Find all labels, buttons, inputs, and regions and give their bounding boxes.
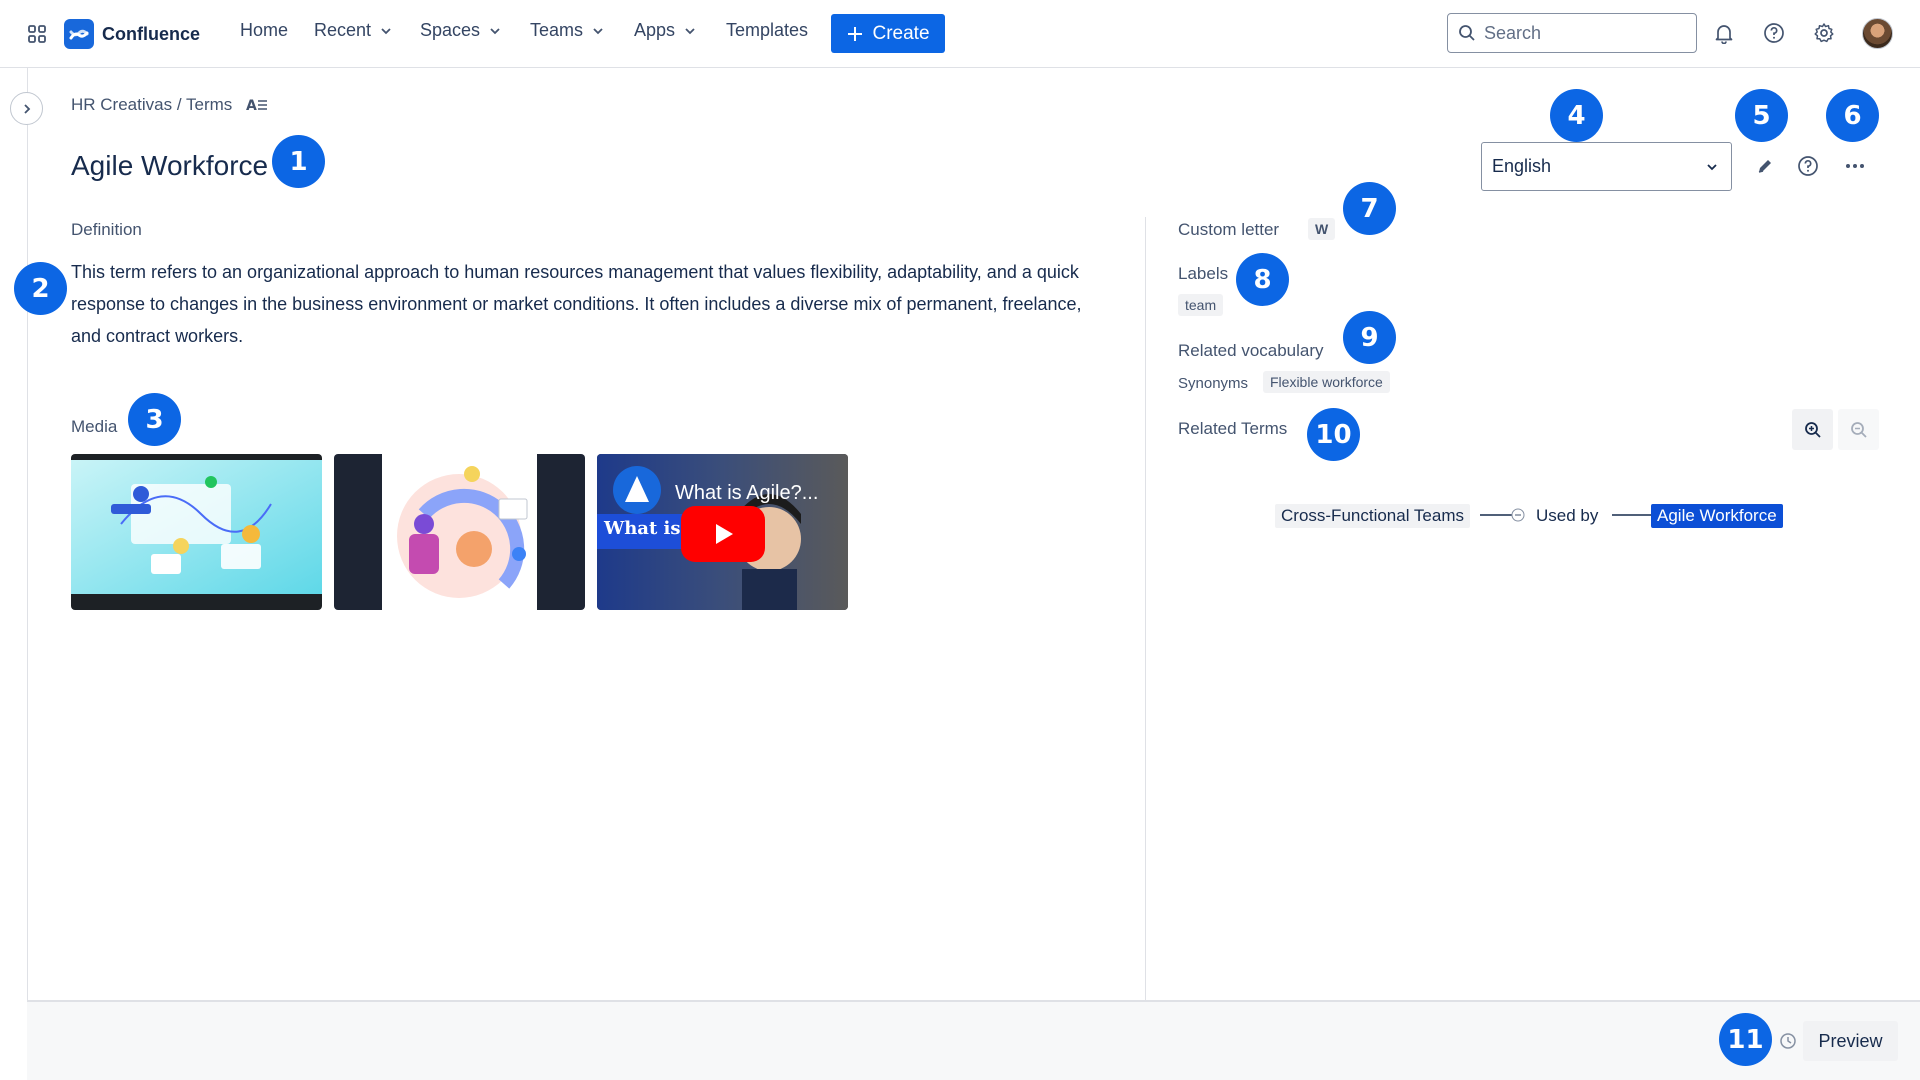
more-icon [1846, 164, 1864, 168]
svg-text:A: A [246, 98, 257, 113]
nav-spaces[interactable]: Spaces [420, 20, 502, 41]
nav-home-label: Home [240, 20, 289, 40]
illustration-image [71, 460, 322, 594]
zoom-in-icon [1804, 421, 1821, 438]
annotation-badge-6: 6 [1826, 89, 1879, 142]
nav-templates[interactable]: Templates [726, 20, 808, 41]
search-placeholder: Search [1484, 22, 1542, 43]
graph-node-target[interactable]: Agile Workforce [1651, 504, 1783, 528]
media-label: Media [71, 417, 118, 436]
top-navigation-bar: Confluence Home Recent Spaces Teams Apps… [0, 0, 1920, 68]
definition-text: This term refers to an organizational ap… [71, 262, 1082, 346]
annotation-badge-11: 11 [1719, 1013, 1772, 1066]
more-actions-button[interactable] [1840, 151, 1870, 181]
chevron-down-icon [490, 27, 500, 34]
graph-edge-label: Used by [1536, 506, 1599, 525]
confluence-logo[interactable]: Confluence [64, 19, 200, 49]
definition-label: Definition [71, 220, 142, 239]
annotation-badge-8: 8 [1236, 253, 1289, 306]
zoom-out-icon [1850, 421, 1867, 438]
breadcrumb-space[interactable]: HR Creativas [71, 95, 172, 114]
nav-spaces-label: Spaces [420, 20, 481, 40]
chevron-down-icon [685, 27, 695, 34]
page-title: Agile Workforce [71, 150, 269, 181]
clock-icon [1779, 1032, 1797, 1050]
annotation-badge-3: 3 [128, 393, 181, 446]
graph-edge-left [1480, 508, 1525, 522]
zoom-in-button[interactable] [1792, 409, 1833, 450]
user-avatar[interactable] [1862, 18, 1893, 49]
search-icon [1459, 25, 1475, 41]
edit-button[interactable] [1750, 151, 1780, 181]
play-icon [716, 524, 733, 544]
translate-icon[interactable]: A [246, 97, 268, 113]
create-button-label: Create [872, 22, 930, 44]
annotation-badge-7: 7 [1343, 182, 1396, 235]
breadcrumb-page[interactable]: Terms [186, 95, 232, 114]
settings-button[interactable] [1809, 18, 1839, 48]
annotation-badge-1: 1 [272, 135, 325, 188]
column-divider [1145, 217, 1146, 1000]
nav-apps-label: Apps [634, 20, 676, 40]
annotation-badge-9: 9 [1343, 311, 1396, 364]
nav-recent-label: Recent [314, 20, 372, 40]
help-icon [1798, 156, 1818, 176]
footer-bar [27, 1000, 1920, 1080]
app-name: Confluence [102, 23, 201, 44]
breadcrumb: HR Creativas / Terms A [71, 95, 268, 115]
nav-templates-label: Templates [726, 20, 809, 40]
label-tag[interactable]: team [1178, 294, 1224, 316]
video-title: What is Agile?... [675, 482, 819, 504]
custom-letter-label: Custom letter [1178, 220, 1280, 239]
annotation-badge-10: 10 [1307, 408, 1360, 461]
create-button[interactable]: Create [831, 14, 945, 53]
annotation-badge-2: 2 [14, 262, 67, 315]
confluence-logo-icon [64, 19, 94, 49]
plus-icon [848, 26, 863, 41]
pencil-icon [1758, 160, 1771, 173]
play-button[interactable] [681, 506, 765, 562]
zoom-out-button[interactable] [1838, 409, 1879, 450]
notifications-button[interactable] [1709, 18, 1739, 48]
gear-icon [1814, 23, 1834, 43]
app-switcher-icon[interactable] [27, 24, 47, 44]
nav-teams[interactable]: Teams [530, 20, 605, 41]
annotation-badge-4: 4 [1550, 89, 1603, 142]
media-thumbnail-2[interactable] [334, 454, 585, 610]
nav-home[interactable]: Home [240, 20, 288, 41]
nav-recent[interactable]: Recent [314, 20, 393, 41]
nav-apps[interactable]: Apps [634, 20, 697, 41]
chevron-right-icon [23, 103, 30, 114]
related-vocabulary-label: Related vocabulary [1178, 341, 1324, 360]
search-input[interactable]: Search [1447, 13, 1697, 53]
help-icon [1764, 23, 1784, 43]
synonym-tag[interactable]: Flexible workforce [1263, 371, 1390, 393]
breadcrumb-trail[interactable]: HR Creativas / Terms [71, 95, 232, 115]
illustration-image [382, 454, 537, 610]
related-terms-label: Related Terms [1178, 419, 1288, 438]
nav-teams-label: Teams [530, 20, 584, 40]
preview-button[interactable]: Preview [1803, 1021, 1898, 1061]
annotation-badge-5: 5 [1735, 89, 1788, 142]
media-thumbnail-1[interactable] [71, 454, 322, 610]
sidebar-divider [27, 68, 28, 1000]
chevron-down-icon [593, 27, 603, 34]
term-help-button[interactable] [1793, 151, 1823, 181]
media-video-thumbnail[interactable]: What is Agile?... What is A [597, 454, 848, 610]
graph-edge-right [1612, 514, 1652, 516]
help-button[interactable] [1759, 18, 1789, 48]
synonyms-label: Synonyms [1178, 375, 1249, 392]
labels-label: Labels [1178, 264, 1229, 283]
breadcrumb-separator: / [176, 95, 182, 114]
custom-letter-value: W [1308, 218, 1336, 240]
language-select[interactable]: English [1481, 142, 1732, 191]
chevron-down-icon [381, 27, 391, 34]
language-selected: English [1492, 156, 1552, 176]
graph-node-source[interactable]: Cross-Functional Teams [1275, 504, 1470, 528]
bell-icon [1715, 25, 1733, 44]
chevron-down-icon [1707, 163, 1717, 170]
expand-sidebar-button[interactable] [10, 92, 43, 125]
